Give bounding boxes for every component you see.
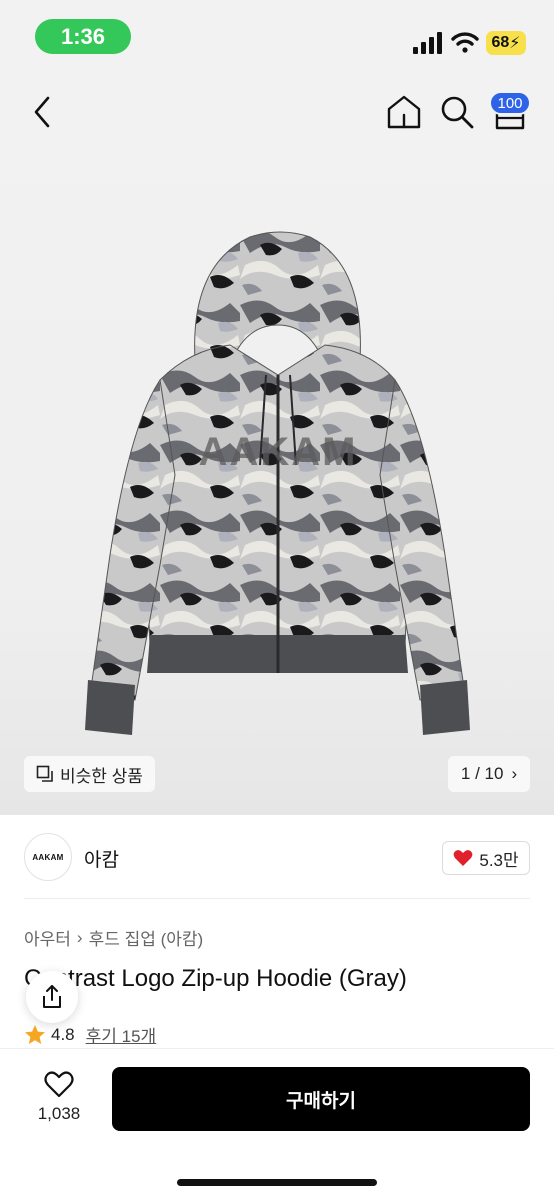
review-count-link[interactable]: 후기 15개 [86,1022,157,1047]
back-arrow-icon[interactable] [26,92,60,132]
chevron-right-icon: › [511,764,518,783]
home-icon[interactable] [385,93,423,131]
heart-outline-icon [44,1071,74,1098]
svg-text:AAKAM: AAKAM [199,430,358,474]
battery-level: 68 [491,34,510,51]
home-indicator [177,1179,377,1186]
product-title: Contrast Logo Zip-up Hoodie (Gray) [24,965,407,992]
share-button[interactable] [26,971,78,1023]
similar-products-label: 비슷한 상품 [60,766,143,786]
similar-products-button[interactable]: 비슷한 상품 [24,756,155,792]
cellular-signal-icon [413,32,442,54]
brand-logo[interactable]: AAKAM [24,833,72,881]
cart-count-badge: 100 [489,91,531,115]
product-photo[interactable]: AAKAM [80,225,475,745]
status-bar: 1:36 68 ⚡ [0,0,554,70]
heart-filled-icon [453,850,473,866]
divider [24,898,530,899]
battery-icon: 68 ⚡ [486,31,526,55]
image-pager[interactable]: 1 / 10 › [448,756,530,792]
product-rating[interactable]: 4.8 후기 15개 [24,1022,156,1047]
status-time: 1:36 [35,19,131,54]
brand-like-button[interactable]: 5.3만 [442,841,530,875]
breadcrumb[interactable]: 아우터 › 후드 집업 (아캄) [24,925,203,950]
share-icon [43,985,61,1008]
star-icon [25,1024,45,1044]
breadcrumb-subcategory[interactable]: 후드 집업 (아캄) [89,925,204,950]
wifi-icon [451,32,479,53]
breadcrumb-category[interactable]: 아우터 [24,925,71,950]
chevron-right-icon: › [76,927,83,947]
pager-count: 1 / 10 [460,764,504,783]
brand-name[interactable]: 아캄 [84,845,119,872]
wishlist-count: 1,038 [37,1104,81,1123]
buy-button[interactable]: 구매하기 [112,1067,530,1131]
brand-like-count: 5.3만 [479,850,519,870]
copy-icon [36,765,53,782]
search-icon[interactable] [439,94,475,130]
rating-score: 4.8 [51,1024,75,1044]
wishlist-button[interactable]: 1,038 [30,1070,88,1124]
